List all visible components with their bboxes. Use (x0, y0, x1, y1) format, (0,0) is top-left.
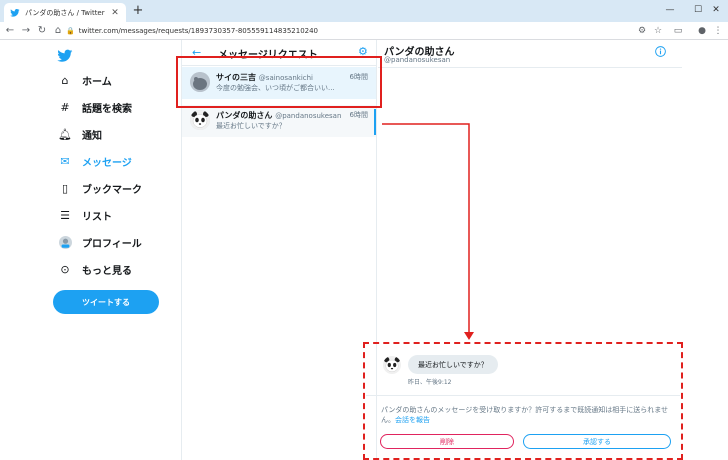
bookmark-icon: ▯ (61, 181, 69, 195)
nav-label: メッセージ (82, 157, 132, 169)
nav-label: 通知 (82, 130, 102, 142)
nav-item-lists[interactable]: ☰ リスト (58, 205, 112, 225)
forward-arrow-icon[interactable]: → (20, 24, 32, 38)
hashtag-icon: # (60, 100, 70, 114)
report-conversation-link[interactable]: 会話を報告 (395, 416, 430, 424)
nav-label: ホーム (82, 76, 112, 88)
nav-item-explore[interactable]: # 話題を検索 (58, 97, 132, 117)
conversation-handle: @pandanosukesan (384, 56, 451, 64)
reload-icon[interactable]: ↻ (36, 24, 48, 38)
bookmark-star-icon[interactable]: ☆ (652, 24, 664, 38)
cast-icon[interactable]: ▭ (672, 24, 684, 38)
extension-icon[interactable]: ⚙ (636, 24, 648, 38)
info-icon[interactable] (655, 46, 666, 57)
twitter-logo-icon[interactable] (56, 48, 74, 64)
address-bar: ← → ↻ ⌂ 🔒 twitter.com/messages/requests/… (0, 22, 728, 40)
header-divider (378, 67, 682, 68)
left-navigation: ⌂ ホーム # 話題を検索 🔔︎ 通知 ✉ メッセージ ▯ ブックマーク ☰ リ… (0, 40, 181, 460)
close-window-button[interactable]: ✕ (702, 2, 728, 18)
more-circle-icon: ⊙ (60, 262, 70, 276)
profile-icon[interactable]: ● (696, 24, 708, 38)
request-preview: 最近お忙しいですか？ (216, 122, 286, 130)
tab-title: パンダの助さん / Twitter (25, 8, 105, 17)
request-time: 6時間 (349, 111, 368, 119)
divider (366, 395, 680, 396)
home-icon[interactable]: ⌂ (52, 24, 64, 38)
browser-tab[interactable]: パンダの助さん / Twitter ✕ (4, 3, 126, 22)
nav-label: もっと見る (82, 265, 132, 277)
envelope-icon: ✉ (60, 154, 70, 168)
request-item[interactable]: パンダの助さん @pandanosukesan 6時間 最近お忙しいですか？ (182, 105, 376, 137)
list-icon: ☰ (60, 208, 70, 222)
twitter-favicon-icon (10, 8, 20, 17)
accept-button[interactable]: 承認する (523, 434, 671, 449)
nav-label: プロフィール (82, 238, 142, 250)
profile-avatar-icon (58, 235, 72, 249)
minimize-button[interactable]: — (656, 2, 684, 18)
message-bubble: 最近お忙しいですか？ (408, 355, 498, 374)
delete-button[interactable]: 削除 (380, 434, 514, 449)
nav-label: リスト (82, 211, 112, 223)
url-field[interactable]: 🔒 twitter.com/messages/requests/18937303… (66, 23, 636, 38)
bell-icon: 🔔︎ (58, 127, 72, 141)
nav-label: 話題を検索 (82, 103, 132, 115)
nav-item-messages[interactable]: ✉ メッセージ (58, 151, 132, 171)
back-arrow-icon[interactable]: ← (4, 24, 16, 38)
nav-label: ブックマーク (82, 184, 142, 196)
message-timestamp: 昨日、午後9:12 (408, 379, 452, 386)
nav-item-bookmarks[interactable]: ▯ ブックマーク (58, 178, 142, 198)
nav-item-home[interactable]: ⌂ ホーム (58, 70, 112, 90)
tweet-button[interactable]: ツイートする (53, 290, 159, 314)
avatar (383, 356, 401, 374)
close-tab-icon[interactable]: ✕ (110, 8, 120, 18)
selected-indicator (374, 109, 376, 135)
home-icon: ⌂ (61, 73, 69, 87)
menu-icon[interactable]: ⋮ (712, 24, 724, 38)
lock-icon: 🔒 (66, 26, 75, 35)
new-tab-button[interactable]: + (131, 4, 145, 18)
request-handle: @pandanosukesan (275, 112, 342, 120)
request-name: パンダの助さん @pandanosukesan (216, 111, 342, 120)
nav-item-notifications[interactable]: 🔔︎ 通知 (58, 124, 102, 144)
url-text: twitter.com/messages/requests/1893730357… (78, 26, 319, 35)
avatar (190, 110, 210, 130)
nav-item-profile[interactable]: プロフィール (58, 232, 142, 252)
annotation-highlight-box (176, 56, 382, 108)
nav-item-more[interactable]: ⊙ もっと見る (58, 259, 132, 279)
request-notice: パンダの助さんのメッセージを受け取りますか？許可するまで既読通知は相手に送られま… (381, 405, 681, 425)
browser-titlebar: パンダの助さん / Twitter ✕ + — ☐ ✕ (0, 0, 728, 22)
